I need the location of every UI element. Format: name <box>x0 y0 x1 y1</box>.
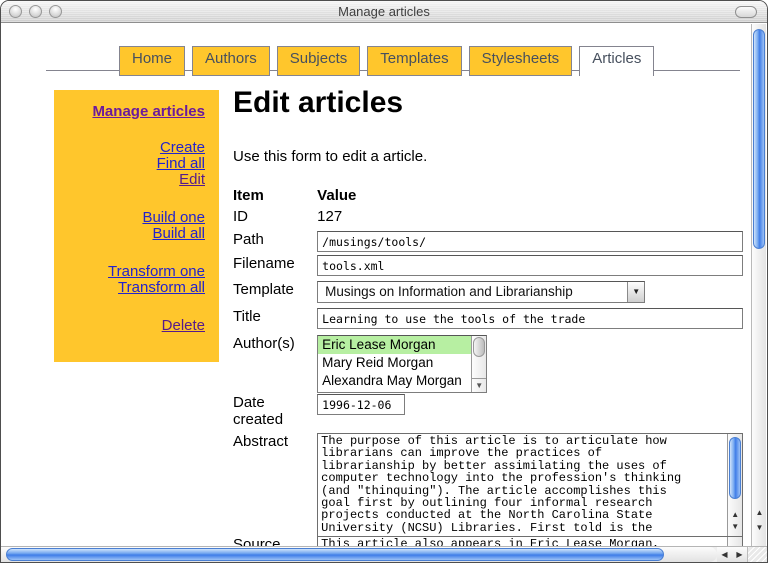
abstract-label: Abstract <box>233 433 313 450</box>
abstract-textarea[interactable]: The purpose of this article is to articu… <box>317 433 743 537</box>
sidebar-link-delete[interactable]: Delete <box>64 318 205 334</box>
tab-articles[interactable]: Articles <box>579 46 654 76</box>
window-title: Manage articles <box>81 4 687 19</box>
sidebar-group-build: Build one Build all <box>64 210 205 242</box>
id-value: 127 <box>317 208 743 225</box>
title-label: Title <box>233 308 313 325</box>
horizontal-scrollbar-track[interactable] <box>1 547 717 562</box>
browser-window: Manage articles Home Authors Subjects Te… <box>0 0 768 563</box>
minimize-button[interactable] <box>29 5 42 18</box>
close-button[interactable] <box>9 5 22 18</box>
arrow-down-icon[interactable]: ▼ <box>472 378 486 392</box>
authors-label: Author(s) <box>233 335 313 352</box>
authors-scrollbar-thumb[interactable] <box>473 337 485 357</box>
table-row-path: Path <box>233 231 745 252</box>
chevron-down-icon[interactable]: ▼ <box>627 282 644 302</box>
sidebar-link-edit[interactable]: Edit <box>64 172 205 188</box>
table-row-filename: Filename <box>233 255 745 276</box>
sidebar-group-transform: Transform one Transform all <box>64 264 205 296</box>
page-content: Home Authors Subjects Templates Styleshe… <box>1 24 752 548</box>
table-row-date-created: Date created <box>233 394 745 428</box>
sidebar-link-build-all[interactable]: Build all <box>64 226 205 242</box>
filename-input[interactable] <box>317 255 743 276</box>
table-row-template: Template Musings on Information and Libr… <box>233 281 745 303</box>
vertical-scrollbar-thumb[interactable] <box>753 29 765 249</box>
authors-option[interactable]: Eric Lease Morgan <box>318 336 486 354</box>
path-input[interactable] <box>317 231 743 252</box>
sidebar-link-build-one[interactable]: Build one <box>64 210 205 226</box>
sidebar: Manage articles Create Find all Edit Bui… <box>54 90 219 362</box>
tab-home[interactable]: Home <box>119 46 185 76</box>
sidebar-group-delete: Delete <box>64 318 205 334</box>
template-selected-value: Musings on Information and Librarianship <box>325 284 573 299</box>
sidebar-link-create[interactable]: Create <box>64 140 205 156</box>
template-select[interactable]: Musings on Information and Librarianship… <box>317 281 645 303</box>
filename-label: Filename <box>233 255 313 272</box>
authors-scrollbar[interactable]: ▼ <box>471 336 486 392</box>
tab-bar: Home Authors Subjects Templates Styleshe… <box>119 46 661 76</box>
sidebar-link-transform-one[interactable]: Transform one <box>64 264 205 280</box>
abstract-scrollbar[interactable]: ▲ ▼ <box>727 434 742 536</box>
authors-listbox[interactable]: Eric Lease Morgan Mary Reid Morgan Alexa… <box>317 335 487 393</box>
arrow-up-icon[interactable]: ▲ <box>728 509 742 521</box>
scroll-right-icon[interactable]: ▶ <box>732 547 747 562</box>
sidebar-group-crud: Create Find all Edit <box>64 140 205 188</box>
scroll-down-icon[interactable]: ▼ <box>752 521 767 535</box>
vertical-scrollbar[interactable]: ▲ ▼ <box>751 24 766 548</box>
authors-option[interactable]: Alexandra May Morgan <box>318 372 486 390</box>
tab-authors[interactable]: Authors <box>192 46 270 76</box>
authors-option[interactable]: Mary Reid Morgan <box>318 354 486 372</box>
path-label: Path <box>233 231 313 248</box>
zoom-button[interactable] <box>49 5 62 18</box>
resize-grip[interactable] <box>747 547 767 562</box>
table-row-authors: Author(s) Eric Lease Morgan Mary Reid Mo… <box>233 335 745 393</box>
sidebar-link-manage-articles[interactable]: Manage articles <box>64 104 205 120</box>
table-row-id: ID 127 <box>233 208 745 225</box>
table-row-abstract: Abstract The purpose of this article is … <box>233 433 745 537</box>
title-input[interactable] <box>317 308 743 329</box>
page-title: Edit articles <box>233 86 403 120</box>
sidebar-link-find-all[interactable]: Find all <box>64 156 205 172</box>
title-bar: Manage articles <box>1 1 767 23</box>
scroll-up-icon[interactable]: ▲ <box>752 506 767 520</box>
tab-subjects[interactable]: Subjects <box>277 46 361 76</box>
toolbar-toggle-button[interactable] <box>735 6 757 18</box>
horizontal-scrollbar[interactable]: ◀ ▶ <box>1 546 767 562</box>
table-header-row: Item Value <box>233 187 745 204</box>
tab-templates[interactable]: Templates <box>367 46 461 76</box>
item-column-header: Item <box>233 187 313 204</box>
arrow-down-icon[interactable]: ▼ <box>728 521 742 533</box>
abstract-scrollbar-thumb[interactable] <box>729 437 741 499</box>
horizontal-scrollbar-thumb[interactable] <box>6 548 664 561</box>
intro-text: Use this form to edit a article. <box>233 148 427 165</box>
date-created-label: Date created <box>233 394 313 428</box>
abstract-text: The purpose of this article is to articu… <box>321 435 725 536</box>
tab-stylesheets[interactable]: Stylesheets <box>469 46 573 76</box>
template-label: Template <box>233 281 313 298</box>
table-row-title: Title <box>233 308 745 329</box>
id-label: ID <box>233 208 313 225</box>
sidebar-link-transform-all[interactable]: Transform all <box>64 280 205 296</box>
date-created-input[interactable] <box>317 394 405 415</box>
scroll-left-icon[interactable]: ◀ <box>717 547 732 562</box>
value-column-header: Value <box>317 187 743 204</box>
